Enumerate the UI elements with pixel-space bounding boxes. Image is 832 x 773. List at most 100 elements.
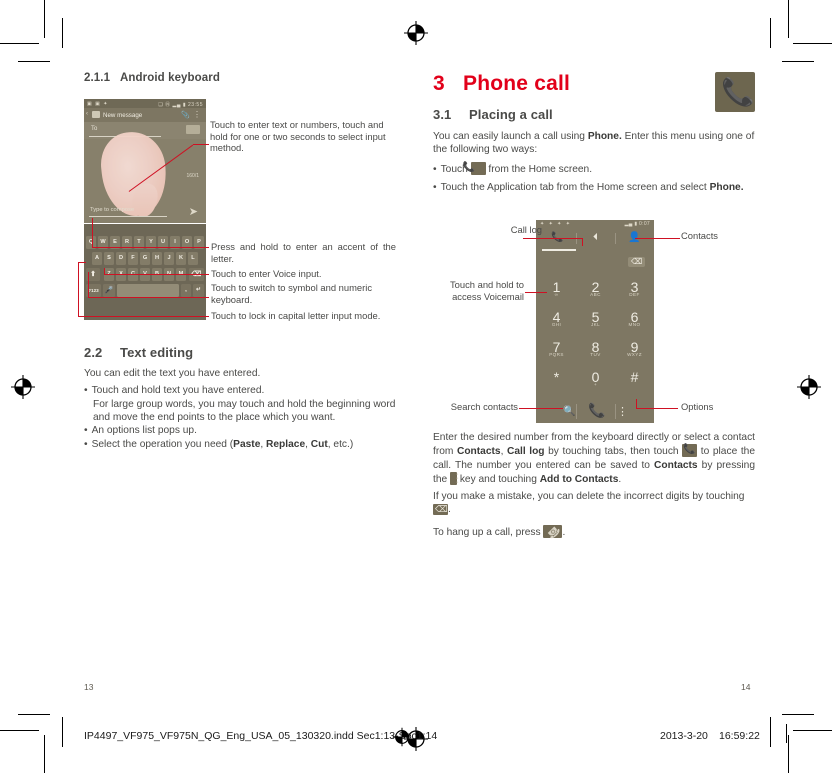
callout-line-2h [92, 247, 209, 249]
crop-mark-tl2-v [62, 18, 63, 48]
dial-key-6-sub: MNO [628, 322, 641, 327]
callout-line-1b [193, 144, 209, 146]
footer-rule [786, 724, 787, 743]
crop-mark-br-v [788, 735, 789, 773]
text-editing-title: Text editing [120, 345, 194, 360]
text-editing-number: 2.2 [84, 345, 103, 360]
p3-a: To hang up a call, press [433, 527, 544, 539]
chapter-heading: 3 Phone call [433, 72, 755, 95]
left-column: 2.1.1 Android keyboard [84, 72, 394, 94]
key-f[interactable]: F [128, 252, 138, 265]
key-a[interactable]: A [92, 252, 102, 265]
dial-key-3-sub: DEF [629, 292, 640, 297]
placing-call-intro: You can easily launch a call using Phone… [433, 131, 755, 156]
phone-inline-icon [470, 161, 486, 176]
dial-key-4-sub: GHI [551, 322, 562, 327]
callout-line-4v [88, 272, 90, 298]
compose-placeholder: Type to compose [90, 207, 135, 213]
space-key[interactable] [117, 284, 179, 297]
dial-key-8[interactable]: 8 TUV [576, 340, 615, 360]
dialer-status-left: ✦ ✦ ✦ ✦ [540, 221, 572, 227]
placing-call-bullet-1: Touch from the Home screen. [433, 161, 755, 176]
crop-mark-bl2-h [18, 714, 50, 715]
voice-input-key[interactable]: 🎤 [103, 284, 115, 297]
crop-mark-br-h [793, 730, 832, 731]
p1-h: . [618, 474, 622, 486]
key-h[interactable]: H [152, 252, 162, 265]
p3-b: . [562, 527, 566, 539]
dial-key-star-number: * [553, 369, 560, 385]
right-column: 3 Phone call 3.1 Placing a call You can ea… [433, 72, 755, 196]
registration-mark-right [796, 374, 822, 400]
section-31-title: Placing a call [469, 107, 553, 123]
send-icon[interactable]: ➤ [189, 207, 198, 218]
dialer-paragraph-2: If you make a mistake, you can delete th… [433, 490, 755, 517]
callout-label-search-contacts: Search contacts [450, 401, 518, 412]
callout-label-call-log: Call log [510, 224, 542, 235]
p1-add-to-contacts: Add to Contacts [539, 474, 619, 486]
bullet3-replace: Replace [266, 439, 306, 451]
dial-key-4[interactable]: 4 GHI [537, 310, 576, 330]
comma-key[interactable]: , [181, 284, 191, 297]
crop-mark-tr-h [793, 43, 832, 44]
crop-mark-br2-h [782, 714, 814, 715]
dialer-delete-button[interactable] [628, 255, 645, 269]
dial-key-6[interactable]: 6 MNO [615, 310, 654, 330]
enter-key[interactable]: ↵ [193, 284, 204, 297]
key-j[interactable]: J [164, 252, 174, 265]
bullet3-paste: Paste [233, 439, 261, 451]
section-heading-211: 2.1.1 Android keyboard [84, 72, 394, 84]
key-d[interactable]: D [116, 252, 126, 265]
text-editing-intro: You can edit the text you have entered. [84, 368, 261, 379]
dial-key-7[interactable]: 7 PQRS [537, 340, 576, 360]
callout-label-options: Options [681, 401, 714, 412]
dial-key-hash[interactable]: # [615, 370, 654, 385]
compose-field[interactable]: Type to compose [89, 207, 167, 217]
callout-label-voicemail: Touch and hold to access Voicemail [449, 279, 524, 302]
dial-key-9[interactable]: 9 WXYZ [615, 340, 654, 360]
key-g[interactable]: G [140, 252, 150, 265]
add-contact-button[interactable] [186, 125, 200, 134]
bullet2-bold-phone: Phone. [709, 182, 744, 194]
callout-label-voice-input: Touch to enter Voice input. [211, 268, 322, 279]
p1-g: key and touching [457, 474, 540, 486]
crop-mark-tl-h [0, 43, 39, 44]
key-s[interactable]: S [104, 252, 114, 265]
callout-label-input-method: Touch to enter text or numbers, touch an… [210, 119, 386, 154]
dial-key-hash-number: # [630, 369, 639, 385]
dial-key-1[interactable]: 1 ∞ [537, 280, 576, 300]
text-editing-bullet-2: An options list pops up. [84, 424, 396, 437]
section-31-number: 3.1 [433, 107, 452, 123]
key-l[interactable]: L [188, 252, 198, 265]
section-heading-22: 2.2 Text editing [84, 345, 396, 360]
message-icon [92, 111, 100, 118]
dialer-paragraph-1: Enter the desired number from the keyboa… [433, 431, 755, 487]
search-icon[interactable]: 🔍 [563, 406, 575, 417]
dial-key-5-sub: JKL [590, 322, 601, 327]
text-editing-bullet-3: Select the operation you need (Paste, Re… [84, 438, 396, 451]
p2-b: . [448, 504, 451, 516]
key-k[interactable]: K [176, 252, 186, 265]
callout-label-caps-lock: Touch to lock in capital letter input mo… [211, 310, 381, 321]
text-editing-bullet-1-cont: For large group words, you may touch and… [93, 398, 396, 423]
callout-label-accent: Press and hold to enter an accent of the… [211, 241, 396, 264]
dial-key-star[interactable]: * [537, 370, 576, 385]
callout-line-call-log-v [582, 238, 584, 246]
dial-key-3[interactable]: 3 DEF [615, 280, 654, 300]
dial-key-5[interactable]: 5 JKL [576, 310, 615, 330]
status-bar: ▣ ▣ ✦ ❑ Ⓝ ▂▄ ▮ 23:55 [84, 99, 206, 108]
callout-line-3h [104, 274, 209, 276]
callout-line-2v [92, 218, 94, 248]
attach-icon[interactable]: 📎 [181, 111, 190, 119]
callout-line-options-v [636, 399, 638, 409]
chapter-number: 3 [433, 72, 445, 95]
dialer-status-right: ▂▄ ▮ 0:07 [624, 221, 650, 227]
back-icon[interactable]: ‹ [86, 111, 88, 117]
dial-key-0[interactable]: 0 + [576, 370, 615, 390]
call-button-icon[interactable]: 📞 [588, 402, 605, 419]
dial-key-2[interactable]: 2 ABC [576, 280, 615, 300]
inline-overflow-icon [450, 470, 464, 486]
options-icon[interactable]: ⋮ [617, 405, 628, 418]
section-title: Android keyboard [120, 72, 221, 84]
overflow-menu-icon[interactable]: ⋮ [193, 110, 201, 119]
